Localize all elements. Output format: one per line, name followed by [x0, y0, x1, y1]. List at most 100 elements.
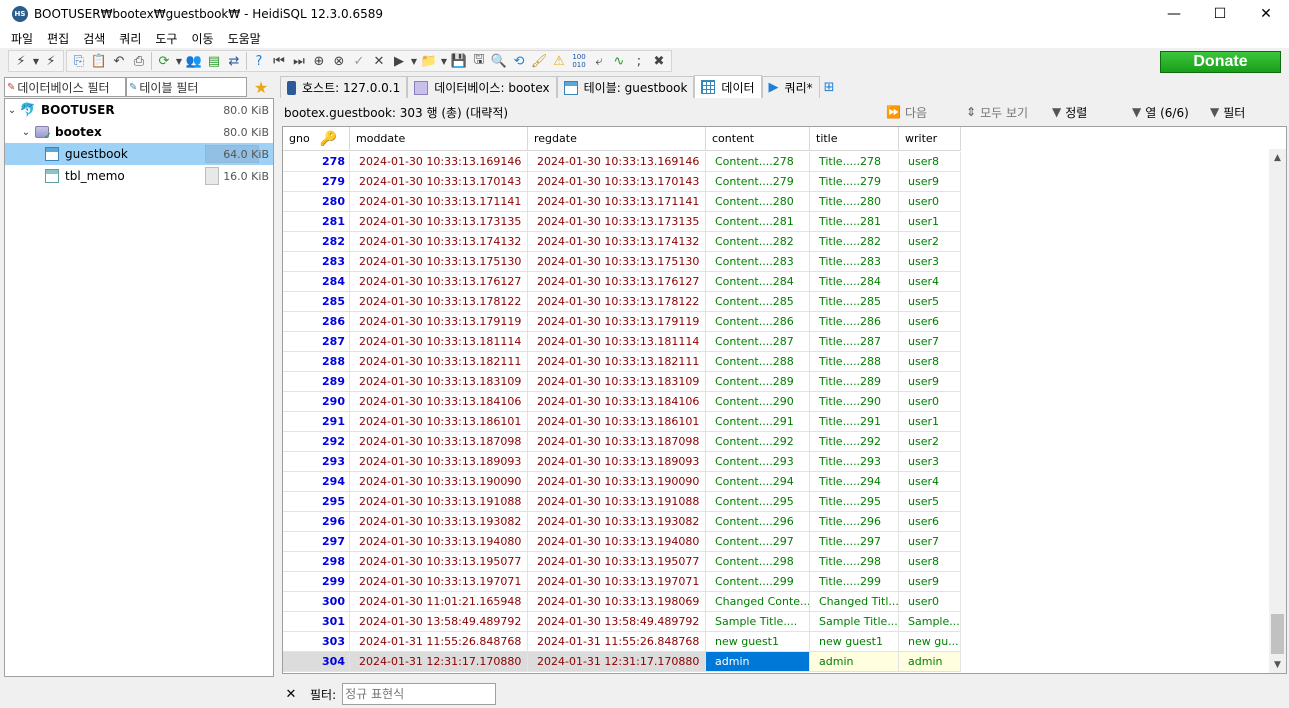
cell-regdate[interactable]: 2024-01-30 10:33:13.171141 — [528, 192, 706, 212]
cell-regdate[interactable]: 2024-01-30 10:33:13.170143 — [528, 172, 706, 192]
undo-icon[interactable]: ↶ — [109, 51, 129, 71]
cell-regdate[interactable]: 2024-01-30 10:33:13.179119 — [528, 312, 706, 332]
maximize-button[interactable]: ☐ — [1197, 0, 1243, 28]
cell-moddate[interactable]: 2024-01-30 10:33:13.171141 — [350, 192, 528, 212]
cell-writer[interactable]: user9 — [899, 372, 961, 392]
cell-regdate[interactable]: 2024-01-30 10:33:13.181114 — [528, 332, 706, 352]
tab-table[interactable]: 테이블: guestbook — [556, 76, 695, 98]
delete-record-icon[interactable]: ⊗ — [329, 51, 349, 71]
tab-database[interactable]: 데이터베이스: bootex — [407, 76, 557, 98]
cell-moddate[interactable]: 2024-01-31 12:31:17.170880 — [350, 652, 528, 672]
cell-gno[interactable]: 301 — [283, 612, 350, 632]
cell-writer[interactable]: user9 — [899, 572, 961, 592]
filter-button[interactable]: ▼ 필터 — [1210, 99, 1245, 125]
cell-moddate[interactable]: 2024-01-30 10:33:13.170143 — [350, 172, 528, 192]
cell-title[interactable]: Title.....297 — [810, 532, 899, 552]
format-sql-icon[interactable]: 🖌 — [529, 51, 549, 71]
cell-moddate[interactable]: 2024-01-30 10:33:13.186101 — [350, 412, 528, 432]
cell-title[interactable]: Title.....298 — [810, 552, 899, 572]
cell-gno[interactable]: 280 — [283, 192, 350, 212]
cell-title[interactable]: new guest1 — [810, 632, 899, 652]
data-grid[interactable]: gno 🔑 moddate regdate content title writer 278… — [282, 126, 1287, 674]
cell-content[interactable]: Content....283 — [706, 252, 810, 272]
favorites-star-icon[interactable]: ★ — [251, 77, 271, 97]
cell-gno[interactable]: 279 — [283, 172, 350, 192]
menu-item[interactable]: 도구 — [148, 30, 184, 47]
user-manager-icon[interactable]: 👥 — [184, 51, 204, 71]
cell-content[interactable]: Content....278 — [706, 152, 810, 172]
cell-regdate[interactable]: 2024-01-30 10:33:13.189093 — [528, 452, 706, 472]
cell-regdate[interactable]: 2024-01-30 10:33:13.182111 — [528, 352, 706, 372]
close-button[interactable]: ✕ — [1243, 0, 1289, 28]
cell-moddate[interactable]: 2024-01-30 10:33:13.189093 — [350, 452, 528, 472]
cell-writer[interactable]: user7 — [899, 532, 961, 552]
open-file-icon[interactable]: 📁 — [419, 51, 439, 71]
cell-title[interactable]: Title.....287 — [810, 332, 899, 352]
cell-gno[interactable]: 295 — [283, 492, 350, 512]
cell-regdate[interactable]: 2024-01-30 10:33:13.174132 — [528, 232, 706, 252]
cell-title[interactable]: Title.....282 — [810, 232, 899, 252]
connect-dropdown-icon[interactable]: ▼ — [31, 57, 41, 66]
cell-title[interactable]: Title.....286 — [810, 312, 899, 332]
print-icon[interactable]: ⎙ — [129, 51, 149, 71]
cell-title[interactable]: Title.....285 — [810, 292, 899, 312]
cell-writer[interactable]: user0 — [899, 192, 961, 212]
vertical-scrollbar[interactable]: ▲ ▼ — [1269, 149, 1286, 673]
cell-gno[interactable]: 287 — [283, 332, 350, 352]
tree-item-guestbook[interactable]: guestbook 64.0 KiB — [5, 143, 273, 165]
cell-gno[interactable]: 278 — [283, 152, 350, 172]
copy-icon[interactable]: ⎘ — [69, 51, 89, 71]
cell-regdate[interactable]: 2024-01-30 10:33:13.198069 — [528, 592, 706, 612]
cell-writer[interactable]: user9 — [899, 172, 961, 192]
cell-gno[interactable]: 282 — [283, 232, 350, 252]
refresh-dropdown-icon[interactable]: ▼ — [174, 57, 184, 66]
cell-gno[interactable]: 283 — [283, 252, 350, 272]
cell-gno[interactable]: 299 — [283, 572, 350, 592]
cell-writer[interactable]: user5 — [899, 292, 961, 312]
cell-writer[interactable]: user0 — [899, 392, 961, 412]
cell-content[interactable]: Content....294 — [706, 472, 810, 492]
tab-host[interactable]: 호스트: 127.0.0.1 — [280, 76, 408, 98]
column-header-moddate[interactable]: moddate — [350, 127, 528, 151]
cell-content[interactable]: Content....297 — [706, 532, 810, 552]
cell-content[interactable]: Content....290 — [706, 392, 810, 412]
next-button[interactable]: ⏩ 다음 — [886, 99, 927, 125]
tree-item-database[interactable]: ⌄ bootex 80.0 KiB — [5, 121, 273, 143]
regex-filter-input[interactable] — [342, 683, 497, 705]
column-header-gno[interactable]: gno 🔑 — [283, 127, 350, 151]
cell-writer[interactable]: user4 — [899, 272, 961, 292]
cell-moddate[interactable]: 2024-01-30 13:58:49.489792 — [350, 612, 528, 632]
cell-regdate[interactable]: 2024-01-30 10:33:13.184106 — [528, 392, 706, 412]
cell-title[interactable]: Changed Titl... — [810, 592, 899, 612]
cell-writer[interactable]: user6 — [899, 512, 961, 532]
cell-regdate[interactable]: 2024-01-30 10:33:13.178122 — [528, 292, 706, 312]
cell-content[interactable]: Content....285 — [706, 292, 810, 312]
cell-gno[interactable]: 294 — [283, 472, 350, 492]
cell-content[interactable]: Content....299 — [706, 572, 810, 592]
cell-moddate[interactable]: 2024-01-30 10:33:13.194080 — [350, 532, 528, 552]
cell-regdate[interactable]: 2024-01-31 12:31:17.170880 — [528, 652, 706, 672]
cell-content[interactable]: Content....287 — [706, 332, 810, 352]
connect-icon[interactable]: ⚡ — [11, 51, 31, 71]
cell-writer[interactable]: user7 — [899, 332, 961, 352]
cell-regdate[interactable]: 2024-01-30 10:33:13.169146 — [528, 152, 706, 172]
menu-item[interactable]: 이동 — [184, 30, 220, 47]
cell-writer[interactable]: user1 — [899, 212, 961, 232]
cell-content[interactable]: Content....284 — [706, 272, 810, 292]
cell-writer[interactable]: user8 — [899, 552, 961, 572]
cell-writer[interactable]: user0 — [899, 592, 961, 612]
cell-title[interactable]: Title.....294 — [810, 472, 899, 492]
cell-title[interactable]: Title.....299 — [810, 572, 899, 592]
cell-moddate[interactable]: 2024-01-31 11:55:26.848768 — [350, 632, 528, 652]
cell-moddate[interactable]: 2024-01-30 10:33:13.184106 — [350, 392, 528, 412]
cell-content[interactable]: Content....282 — [706, 232, 810, 252]
cell-content[interactable]: Content....293 — [706, 452, 810, 472]
cell-moddate[interactable]: 2024-01-30 10:33:13.178122 — [350, 292, 528, 312]
cell-gno[interactable]: 281 — [283, 212, 350, 232]
menu-item[interactable]: 쿼리 — [112, 30, 148, 47]
cell-writer[interactable]: user1 — [899, 412, 961, 432]
cell-content[interactable]: Changed Conte... — [706, 592, 810, 612]
import-icon[interactable]: ▤ — [204, 51, 224, 71]
cell-title[interactable]: Title.....295 — [810, 492, 899, 512]
cell-moddate[interactable]: 2024-01-30 10:33:13.179119 — [350, 312, 528, 332]
